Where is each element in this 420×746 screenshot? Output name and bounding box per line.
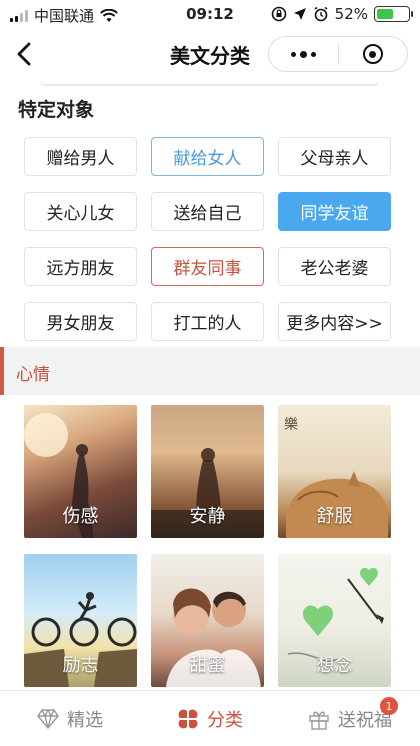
section-title-mood: 心情 (16, 365, 50, 385)
tab-label: 分类 (207, 709, 243, 731)
mood-card-label: 想念 (316, 655, 353, 676)
mood-card-label: 伤感 (62, 506, 99, 527)
section-header-mood: 心情 (0, 347, 420, 395)
tag-item[interactable]: 送给自己 (151, 192, 264, 231)
clover-grid-icon (178, 709, 198, 728)
tag-grid: 赠给男人 献给女人 父母亲人 关心儿女 送给自己 同学友谊 远方朋友 群友同事 … (24, 137, 392, 341)
mood-card[interactable]: 励志 (24, 554, 137, 687)
tab-bar: 精选 分类 送祝福 1 (0, 690, 420, 746)
tab-label: 精选 (67, 709, 103, 731)
tag-item[interactable]: 关心儿女 (24, 192, 137, 231)
tag-item[interactable]: 远方朋友 (24, 247, 137, 286)
tab-category[interactable]: 分类 (140, 691, 280, 746)
mood-card-label: 励志 (62, 655, 99, 676)
mood-card-label: 安静 (189, 506, 226, 527)
mood-card[interactable]: 安静 (151, 405, 264, 538)
svg-text:樂: 樂 (284, 416, 298, 433)
alarm-icon (314, 6, 328, 22)
section-title-specific: 特定对象 (18, 99, 95, 121)
more-button[interactable] (269, 37, 338, 71)
mood-card[interactable]: 樂 舒服 (278, 405, 391, 538)
more-dots-icon (290, 50, 316, 58)
tab-featured[interactable]: 精选 (0, 691, 140, 746)
tag-item[interactable]: 男女朋友 (24, 302, 137, 341)
more-content-link[interactable]: 更多内容>> (278, 302, 391, 341)
scroll-edge (40, 80, 380, 86)
mood-card-label: 舒服 (316, 506, 353, 527)
gift-icon (309, 711, 329, 730)
tag-item[interactable]: 同学友谊 (278, 192, 391, 231)
mood-card-grid: 伤感 安静 樂 舒服 励志 甜蜜 想念 (24, 405, 392, 687)
mood-card[interactable]: 甜蜜 (151, 554, 264, 687)
mini-program-capsule (268, 36, 408, 72)
status-bar: 中国联通 09:12 52% (0, 0, 420, 30)
tab-send-blessing[interactable]: 送祝福 1 (280, 691, 420, 746)
tag-item[interactable]: 献给女人 (151, 137, 264, 176)
tag-item[interactable]: 父母亲人 (278, 137, 391, 176)
mood-card[interactable]: 伤感 (24, 405, 137, 538)
mood-card-label: 甜蜜 (189, 655, 226, 676)
battery-icon (374, 6, 413, 22)
rotation-lock-icon (271, 6, 286, 22)
navigation-bar: 美文分类 (0, 30, 420, 78)
tag-item[interactable]: 打工的人 (151, 302, 264, 341)
tag-item[interactable]: 群友同事 (151, 247, 264, 286)
diamond-icon (37, 708, 59, 729)
close-target-icon (362, 44, 383, 64)
tag-item[interactable]: 老公老婆 (278, 247, 391, 286)
battery-percent: 52% (334, 5, 368, 23)
mood-card[interactable]: 想念 (278, 554, 391, 687)
close-button[interactable] (339, 37, 408, 71)
tag-item[interactable]: 赠给男人 (24, 137, 137, 176)
location-icon (293, 8, 306, 20)
notification-badge: 1 (380, 697, 398, 715)
